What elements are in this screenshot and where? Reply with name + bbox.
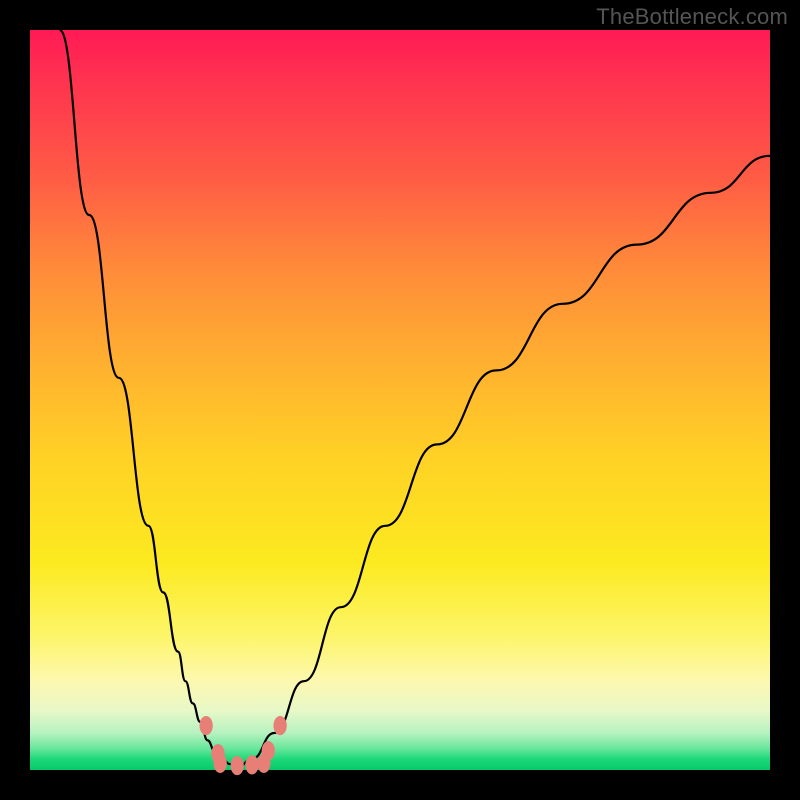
- data-marker: [262, 741, 275, 760]
- curve-left-branch: [60, 30, 238, 768]
- plot-area: [30, 30, 770, 770]
- curve-svg: [30, 30, 770, 770]
- watermark-text: TheBottleneck.com: [596, 4, 788, 30]
- marker-group: [199, 716, 286, 775]
- data-marker: [199, 716, 212, 735]
- data-marker: [245, 755, 258, 774]
- chart-frame: TheBottleneck.com: [0, 0, 800, 800]
- data-marker: [273, 716, 286, 735]
- curve-right-branch: [237, 156, 770, 768]
- data-marker: [231, 756, 244, 775]
- data-marker: [214, 754, 227, 773]
